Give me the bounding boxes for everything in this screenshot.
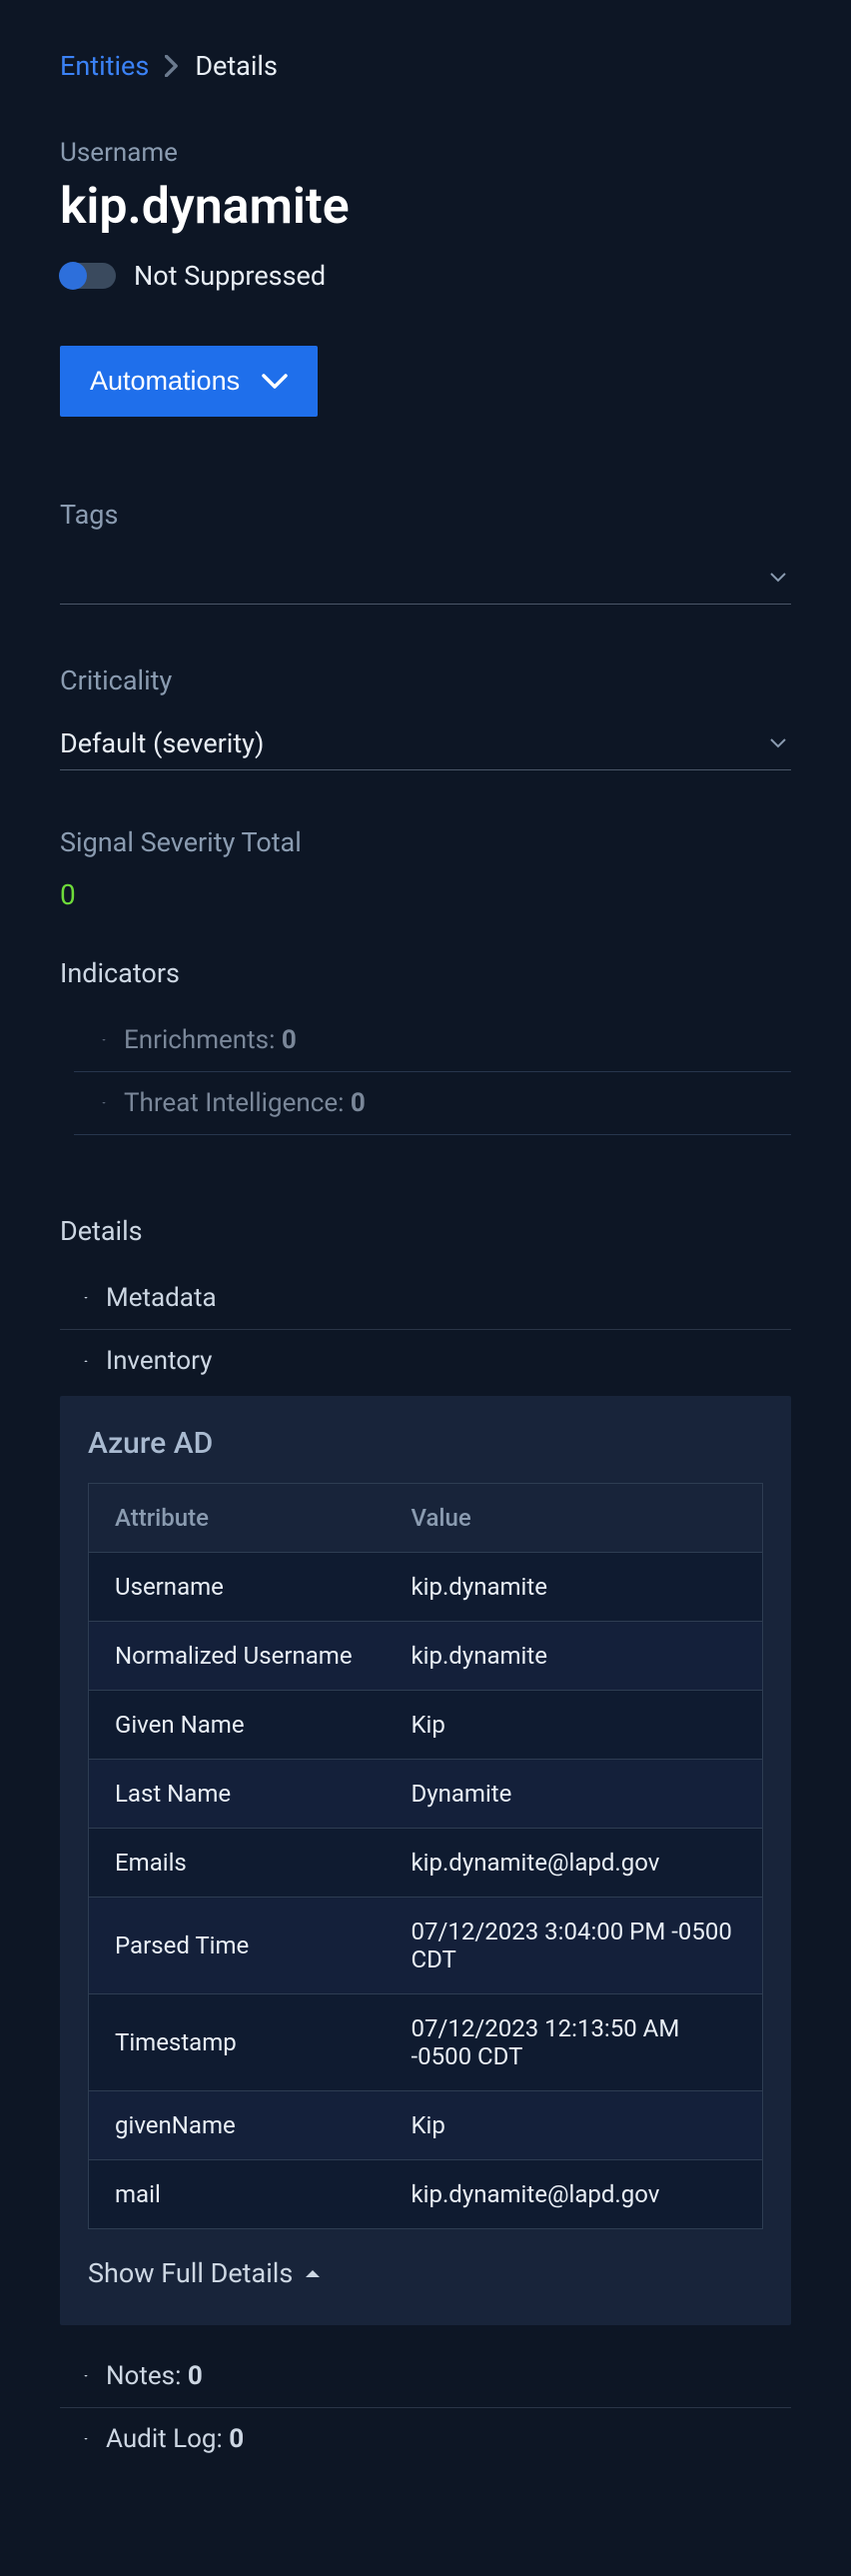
- attr-cell: givenName: [89, 2091, 386, 2160]
- caret-down-icon: [60, 1293, 88, 1303]
- value-cell: Kip: [386, 1691, 763, 1760]
- attr-cell: Last Name: [89, 1760, 386, 1829]
- breadcrumb: Entities Details: [60, 50, 791, 82]
- caret-down-icon: [60, 2371, 88, 2381]
- chevron-down-icon: [769, 572, 787, 584]
- value-cell: kip.dynamite: [386, 1622, 763, 1691]
- inventory-row[interactable]: Inventory: [60, 1330, 791, 1392]
- table-row: Last NameDynamite: [89, 1760, 763, 1829]
- attr-cell: Emails: [89, 1829, 386, 1898]
- attr-cell: Username: [89, 1553, 386, 1622]
- automations-label: Automations: [90, 366, 240, 397]
- inventory-panel: Azure AD Attribute Value Usernamekip.dyn…: [60, 1396, 791, 2325]
- criticality-select[interactable]: Default (severity): [60, 716, 791, 770]
- table-row: Timestamp07/12/2023 12:13:50 AM -0500 CD…: [89, 1994, 763, 2091]
- suppress-row: Not Suppressed: [60, 260, 791, 292]
- table-row: Emailskip.dynamite@lapd.gov: [89, 1829, 763, 1898]
- caret-up-icon: [60, 1356, 88, 1366]
- breadcrumb-current: Details: [195, 50, 278, 82]
- value-cell: 07/12/2023 12:13:50 AM -0500 CDT: [386, 1994, 763, 2091]
- value-cell: Dynamite: [386, 1760, 763, 1829]
- value-cell: Kip: [386, 2091, 763, 2160]
- threat-intelligence-row[interactable]: Threat Intelligence: 0: [74, 1072, 791, 1135]
- caret-up-icon: [305, 2268, 321, 2278]
- table-row: mailkip.dynamite@lapd.gov: [89, 2160, 763, 2229]
- table-row: Usernamekip.dynamite: [89, 1553, 763, 1622]
- table-row: givenNameKip: [89, 2091, 763, 2160]
- severity-label: Signal Severity Total: [60, 826, 791, 858]
- severity-section: Signal Severity Total 0: [60, 826, 791, 911]
- table-row: Given NameKip: [89, 1691, 763, 1760]
- details-section: Details Metadata Inventory Azure AD Attr…: [60, 1215, 791, 2470]
- inventory-label: Inventory: [106, 1346, 212, 1376]
- entity-type-label: Username: [60, 138, 791, 168]
- table-row: Normalized Usernamekip.dynamite: [89, 1622, 763, 1691]
- attr-cell: Timestamp: [89, 1994, 386, 2091]
- indicators-label: Indicators: [60, 957, 791, 989]
- tags-label: Tags: [60, 499, 791, 531]
- automations-button[interactable]: Automations: [60, 346, 318, 417]
- severity-value: 0: [60, 878, 791, 911]
- chevron-down-icon: [769, 737, 787, 749]
- tags-input[interactable]: [60, 551, 791, 605]
- show-full-details-link[interactable]: Show Full Details: [88, 2257, 763, 2289]
- caret-down-icon: [78, 1035, 106, 1045]
- caret-down-icon: [60, 2434, 88, 2444]
- attr-cell: Given Name: [89, 1691, 386, 1760]
- notes-row[interactable]: Notes: 0: [60, 2345, 791, 2408]
- suppress-toggle[interactable]: [60, 263, 116, 289]
- indicators-section: Indicators Enrichments: 0 Threat Intelli…: [60, 957, 791, 1135]
- chevron-right-icon: [165, 55, 179, 77]
- criticality-section: Criticality Default (severity): [60, 664, 791, 770]
- breadcrumb-entities-link[interactable]: Entities: [60, 50, 149, 82]
- col-attribute: Attribute: [89, 1484, 386, 1553]
- tags-section: Tags: [60, 499, 791, 605]
- value-cell: kip.dynamite: [386, 1553, 763, 1622]
- chevron-down-icon: [262, 374, 288, 390]
- azure-ad-title: Azure AD: [88, 1426, 763, 1461]
- attr-cell: Parsed Time: [89, 1898, 386, 1994]
- attr-cell: mail: [89, 2160, 386, 2229]
- metadata-row[interactable]: Metadata: [60, 1267, 791, 1330]
- value-cell: 07/12/2023 3:04:00 PM -0500 CDT: [386, 1898, 763, 1994]
- metadata-label: Metadata: [106, 1283, 217, 1313]
- enrichments-row[interactable]: Enrichments: 0: [74, 1009, 791, 1072]
- criticality-label: Criticality: [60, 664, 791, 696]
- attr-cell: Normalized Username: [89, 1622, 386, 1691]
- caret-down-icon: [78, 1098, 106, 1108]
- table-row: Parsed Time07/12/2023 3:04:00 PM -0500 C…: [89, 1898, 763, 1994]
- entity-name: kip.dynamite: [60, 178, 791, 236]
- suppress-label: Not Suppressed: [134, 260, 326, 292]
- value-cell: kip.dynamite@lapd.gov: [386, 1829, 763, 1898]
- audit-log-row[interactable]: Audit Log: 0: [60, 2408, 791, 2470]
- attribute-table: Attribute Value Usernamekip.dynamiteNorm…: [88, 1483, 763, 2229]
- toggle-knob: [59, 262, 87, 290]
- details-label: Details: [60, 1215, 791, 1247]
- criticality-value: Default (severity): [60, 727, 264, 759]
- value-cell: kip.dynamite@lapd.gov: [386, 2160, 763, 2229]
- col-value: Value: [386, 1484, 763, 1553]
